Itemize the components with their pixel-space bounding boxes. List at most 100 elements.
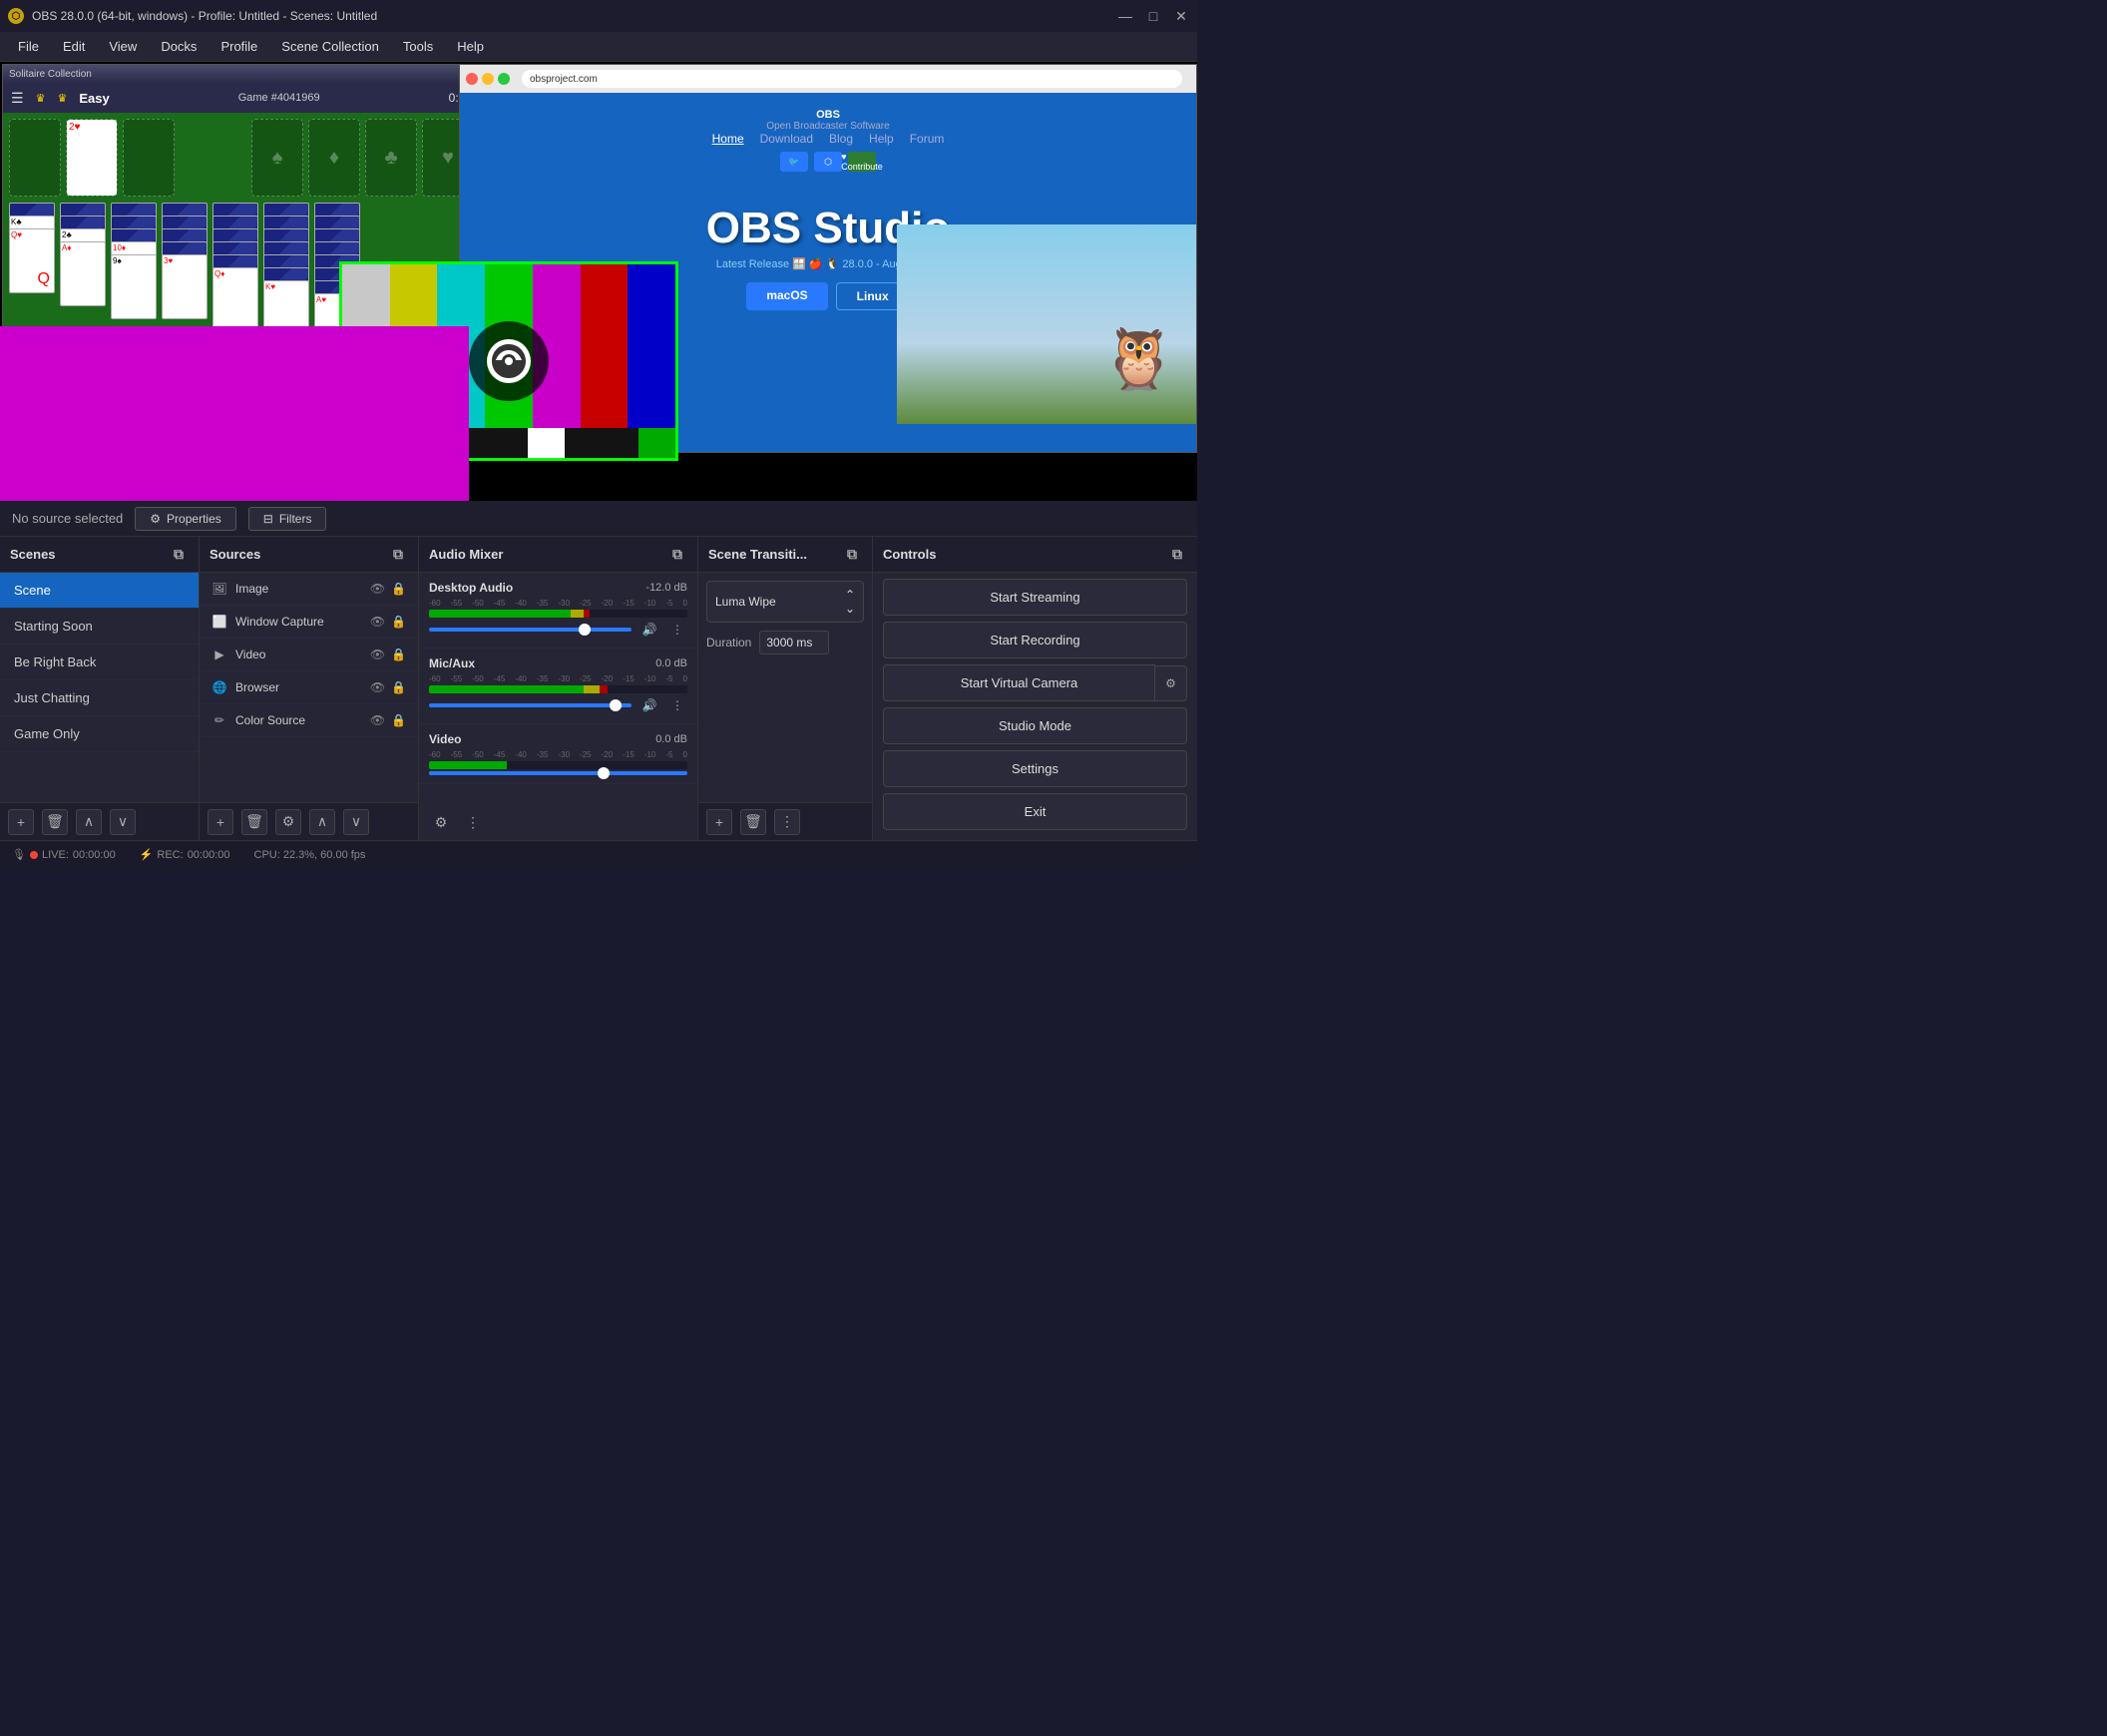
scene-item-scene[interactable]: Scene — [0, 573, 199, 609]
scene-transitions-panel: Scene Transiti... ⧉ Luma Wipe ⌃⌄ Duratio… — [698, 537, 873, 840]
start-virtual-camera-button[interactable]: Start Virtual Camera — [883, 664, 1155, 701]
close-button[interactable]: ✕ — [1173, 8, 1189, 24]
bottom-panel: No source selected ⚙ Properties ⊟ Filter… — [0, 501, 1197, 840]
source-item-video[interactable]: ▶ Video 👁 🔒 — [200, 639, 418, 671]
move-source-down-button[interactable]: ∨ — [343, 809, 369, 835]
start-recording-button[interactable]: Start Recording — [883, 622, 1187, 658]
mic-volume-thumb[interactable] — [610, 699, 622, 711]
remove-source-button[interactable]: 🗑 — [241, 809, 267, 835]
mic-meter-red — [600, 685, 608, 693]
desktop-volume-slider[interactable] — [429, 628, 632, 632]
scene-item-starting-soon[interactable]: Starting Soon — [0, 609, 199, 645]
remove-scene-button[interactable]: 🗑 — [42, 809, 68, 835]
source-item-window-capture[interactable]: ⬜ Window Capture 👁 🔒 — [200, 606, 418, 639]
social-icon-contribute[interactable]: ♥ Contribute — [848, 152, 876, 172]
lock-icon-window[interactable]: 🔒 — [391, 615, 406, 629]
browser-social-icons: 🐦 ⬡ ♥ Contribute — [780, 152, 876, 172]
audio-settings-icon[interactable]: ⚙ — [429, 810, 453, 834]
scene-item-be-right-back[interactable]: Be Right Back — [0, 645, 199, 680]
eye-icon-video[interactable]: 👁 — [370, 648, 385, 661]
maximize-button[interactable]: □ — [1145, 8, 1161, 24]
browser-max-btn[interactable] — [498, 73, 510, 85]
minimize-button[interactable]: — — [1117, 8, 1133, 24]
mic-menu-button[interactable]: ⋮ — [667, 695, 687, 715]
browser-link-blog[interactable]: Blog — [829, 132, 853, 146]
source-item-image[interactable]: 🖼 Image 👁 🔒 — [200, 573, 418, 606]
browser-min-btn[interactable] — [482, 73, 494, 85]
add-transition-button[interactable]: + — [706, 809, 732, 835]
browser-url-bar[interactable]: obsproject.com — [522, 70, 1182, 88]
scenes-panel-expand-icon[interactable]: ⧉ — [169, 545, 189, 565]
preview-canvas: Solitaire Collection ✕ ☰ ♛ ♛ Easy Game #… — [0, 62, 1197, 501]
filters-button[interactable]: ⊟ Filters — [248, 507, 327, 531]
rec-label: REC: — [157, 849, 183, 861]
desktop-mute-button[interactable]: 🔊 — [639, 620, 659, 640]
eye-icon-color[interactable]: 👁 — [370, 713, 385, 727]
start-streaming-button[interactable]: Start Streaming — [883, 579, 1187, 616]
transitions-panel-footer: + 🗑 ⋮ — [698, 802, 872, 840]
menu-profile[interactable]: Profile — [211, 35, 267, 58]
solitaire-top-row: 2♥ ♠ ♦ ♣ ♥ — [9, 119, 474, 197]
source-item-color-source[interactable]: ✏ Color Source 👁 🔒 — [200, 704, 418, 737]
lock-icon-video[interactable]: 🔒 — [391, 648, 406, 661]
virtual-camera-settings-icon[interactable]: ⚙ — [1155, 665, 1187, 701]
lock-icon-image[interactable]: 🔒 — [391, 582, 406, 596]
audio-mixer-expand-icon[interactable]: ⧉ — [667, 545, 687, 565]
remove-transition-button[interactable]: 🗑 — [740, 809, 766, 835]
menu-edit[interactable]: Edit — [53, 35, 95, 58]
move-source-up-button[interactable]: ∧ — [309, 809, 335, 835]
browser-link-forum[interactable]: Forum — [910, 132, 945, 146]
social-icon-twitter[interactable]: 🐦 — [780, 152, 808, 172]
desktop-audio-meter — [429, 610, 687, 618]
menu-view[interactable]: View — [99, 35, 147, 58]
properties-button[interactable]: ⚙ Properties — [135, 507, 235, 531]
add-source-button[interactable]: + — [208, 809, 233, 835]
scene-item-game-only[interactable]: Game Only — [0, 716, 199, 752]
card-top-1: 2♥ — [67, 120, 117, 196]
sources-panel-expand-icon[interactable]: ⧉ — [388, 545, 408, 565]
add-scene-button[interactable]: + — [8, 809, 34, 835]
transitions-expand-icon[interactable]: ⧉ — [842, 545, 862, 565]
social-icon-github[interactable]: ⬡ — [814, 152, 842, 172]
filter-icon: ⊟ — [263, 512, 273, 526]
source-properties-button[interactable]: ⚙ — [275, 809, 301, 835]
scene-item-just-chatting[interactable]: Just Chatting — [0, 680, 199, 716]
menu-file[interactable]: File — [8, 35, 49, 58]
eye-icon-image[interactable]: 👁 — [370, 582, 385, 596]
studio-mode-button[interactable]: Studio Mode — [883, 707, 1187, 744]
eye-icon-browser[interactable]: 👁 — [370, 680, 385, 694]
desktop-volume-thumb[interactable] — [579, 624, 591, 636]
menu-docks[interactable]: Docks — [151, 35, 207, 58]
desktop-menu-button[interactable]: ⋮ — [667, 620, 687, 640]
controls-content: Start Streaming Start Recording Start Vi… — [873, 573, 1197, 840]
controls-expand-icon[interactable]: ⧉ — [1167, 545, 1187, 565]
settings-button[interactable]: Settings — [883, 750, 1187, 787]
move-scene-up-button[interactable]: ∧ — [76, 809, 102, 835]
mic-mute-button[interactable]: 🔊 — [639, 695, 659, 715]
move-scene-down-button[interactable]: ∨ — [110, 809, 136, 835]
lock-icon-color[interactable]: 🔒 — [391, 713, 406, 727]
mic-volume-slider[interactable] — [429, 703, 632, 707]
macos-download-button[interactable]: macOS — [746, 282, 827, 310]
exit-button[interactable]: Exit — [883, 793, 1187, 830]
transition-type-select[interactable]: Luma Wipe ⌃⌄ — [706, 581, 864, 623]
browser-link-download[interactable]: Download — [760, 132, 813, 146]
transition-duration-input[interactable]: 3000 ms — [759, 631, 829, 654]
title-bar-controls[interactable]: — □ ✕ — [1117, 8, 1189, 24]
image-source-icon: 🖼 — [211, 581, 227, 597]
scenes-panel-footer: + 🗑 ∧ ∨ — [0, 802, 199, 840]
browser-link-home[interactable]: Home — [712, 132, 744, 146]
transition-menu-button[interactable]: ⋮ — [774, 809, 800, 835]
eye-icon-window[interactable]: 👁 — [370, 615, 385, 629]
menu-tools[interactable]: Tools — [393, 35, 443, 58]
browser-close-btn[interactable] — [466, 73, 478, 85]
solitaire-title-text: Solitaire Collection — [9, 69, 92, 80]
video-volume-slider[interactable] — [429, 771, 687, 775]
source-item-browser[interactable]: 🌐 Browser 👁 🔒 — [200, 671, 418, 704]
lock-icon-browser[interactable]: 🔒 — [391, 680, 406, 694]
video-volume-thumb[interactable] — [598, 767, 610, 779]
menu-scene-collection[interactable]: Scene Collection — [271, 35, 389, 58]
menu-help[interactable]: Help — [447, 35, 494, 58]
audio-menu-icon[interactable]: ⋮ — [461, 810, 485, 834]
browser-link-help[interactable]: Help — [869, 132, 894, 146]
